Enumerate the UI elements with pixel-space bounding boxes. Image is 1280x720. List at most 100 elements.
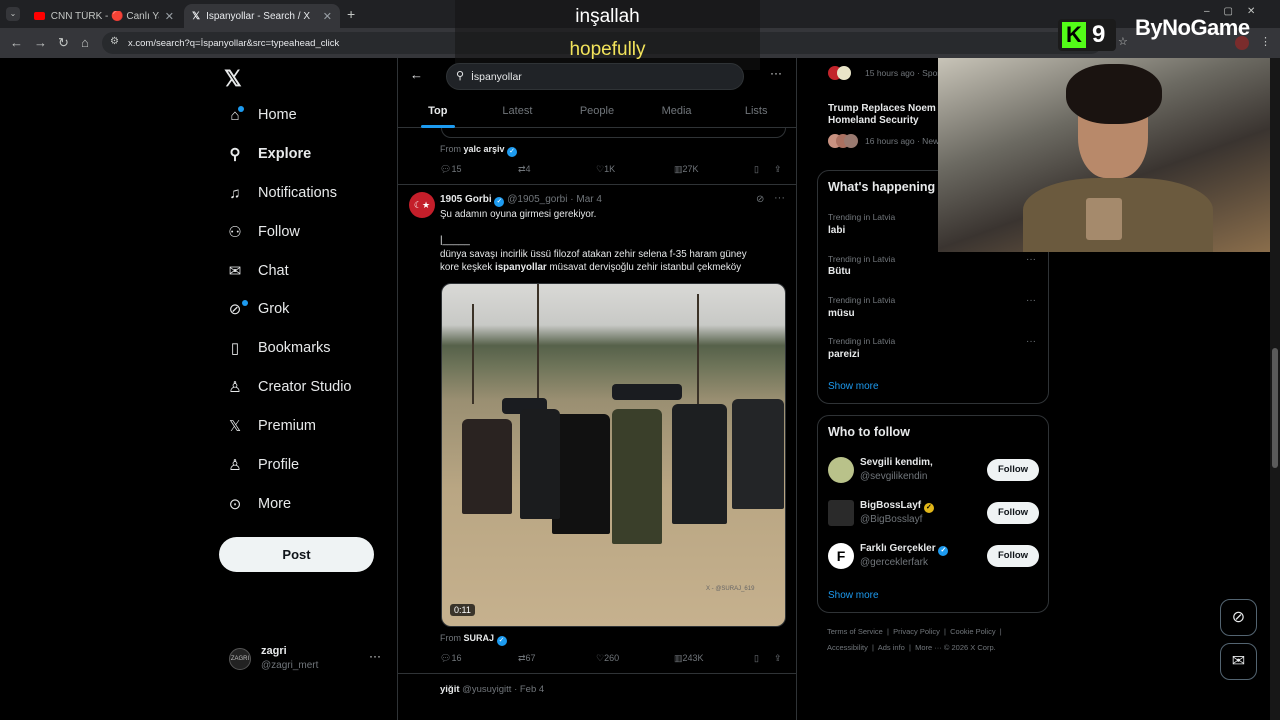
grok-icon[interactable]: ⊘ — [756, 194, 764, 205]
repost-button[interactable]: ⇄ 67 — [518, 653, 536, 664]
scrollbar-thumb[interactable] — [1272, 348, 1278, 468]
glass-cup — [1086, 198, 1122, 240]
more-icon[interactable]: ··· — [1026, 336, 1036, 347]
tab-search-icon[interactable]: ⌄ — [6, 7, 20, 21]
follow-name[interactable]: BigBossLayf ✓ — [860, 500, 934, 513]
video-watermark: X - @SURAJ_619 — [706, 586, 755, 592]
tab-people[interactable]: People — [557, 98, 637, 127]
footer-link[interactable]: More ··· — [915, 643, 942, 652]
follow-button[interactable]: Follow — [987, 545, 1039, 567]
show-more-link[interactable]: Show more — [828, 590, 879, 601]
tab-lists[interactable]: Lists — [716, 98, 796, 127]
show-more-link[interactable]: Show more — [828, 381, 879, 392]
source-name[interactable]: SURAJ — [464, 633, 495, 643]
tab-top[interactable]: Top — [398, 98, 478, 128]
author-name[interactable]: 1905 Gorbi — [440, 194, 492, 205]
news-meta: 16 hours ago · News — [865, 136, 939, 146]
media-preview-edge — [441, 128, 786, 138]
close-icon[interactable]: ✕ — [165, 10, 174, 23]
avatar[interactable]: ☾★ — [409, 192, 435, 218]
more-icon[interactable]: ··· — [774, 192, 785, 204]
trend-meta: Trending in Latvia — [828, 336, 896, 346]
footer-link[interactable]: Terms of Service — [827, 627, 883, 636]
bell-icon: ♫ — [229, 184, 241, 202]
nav-home[interactable]: ⌂ Home — [226, 106, 296, 124]
footer-link[interactable]: Cookie Policy — [950, 627, 995, 636]
reload-icon[interactable]: ↻ — [58, 35, 69, 51]
trend-name[interactable]: müsu — [828, 308, 855, 319]
reply-button[interactable]: 💬︎ 16 — [440, 653, 461, 664]
tweet-date[interactable]: · Mar 4 — [570, 194, 602, 205]
nav-explore[interactable]: ⚲ Explore — [226, 145, 312, 163]
share-icon[interactable]: ⇪ — [774, 653, 782, 664]
forward-arrow-icon[interactable]: → — [34, 35, 47, 50]
follow-name[interactable]: Sevgili kendim, — [860, 457, 933, 468]
post-button[interactable]: Post — [219, 537, 374, 572]
viewer-count: 9 — [1092, 21, 1106, 48]
tweet-video[interactable]: X - @SURAJ_619 0:11 — [441, 283, 786, 627]
nav-notifications[interactable]: ♫ Notifications — [226, 184, 337, 202]
home-icon[interactable]: ⌂ — [81, 35, 89, 50]
nav-more[interactable]: ⊙ More — [226, 495, 291, 513]
like-button[interactable]: ♡ 1K — [596, 164, 615, 175]
bookmark-icon[interactable]: ▯ — [754, 653, 759, 664]
nav-premium[interactable]: 𝕏 Premium — [226, 417, 316, 435]
page-scrollbar[interactable] — [1270, 58, 1280, 720]
author-handle[interactable]: @yusuyigitt — [462, 684, 511, 695]
browser-tab-x[interactable]: 𝕏 İspanyollar - Search / X ✕ — [184, 4, 340, 28]
nav-follow[interactable]: ⚇ Follow — [226, 223, 300, 241]
avatar[interactable] — [828, 500, 854, 526]
avatar[interactable]: F — [828, 543, 854, 569]
search-input[interactable]: ⚲ İspanyollar — [446, 63, 744, 90]
tab-media[interactable]: Media — [637, 98, 717, 127]
nav-creator-studio[interactable]: ♙ Creator Studio — [226, 378, 351, 396]
more-icon[interactable]: ··· — [1026, 295, 1036, 306]
mail-icon: ✉ — [228, 263, 242, 280]
tweet-date[interactable]: · Feb 4 — [514, 684, 544, 695]
footer-link[interactable]: Privacy Policy — [893, 627, 940, 636]
nav-bookmarks[interactable]: ▯ Bookmarks — [226, 339, 331, 357]
more-icon[interactable]: ··· — [1026, 254, 1036, 265]
follow-button[interactable]: Follow — [987, 502, 1039, 524]
footer-link[interactable]: Ads info — [878, 643, 905, 652]
footer-link[interactable]: Accessibility — [827, 643, 868, 652]
views-button[interactable]: ▥ 27K — [674, 164, 699, 175]
add-user-icon: ⚇ — [228, 224, 242, 241]
account-switcher[interactable]: ZAGRI zagri @zagri_mert ··· — [229, 645, 389, 675]
reply-button[interactable]: 💬︎ 15 — [440, 164, 461, 175]
author-name[interactable]: yiğit — [440, 684, 460, 695]
new-tab-icon[interactable]: + — [347, 6, 355, 22]
trend-name[interactable]: pareizi — [828, 349, 860, 360]
trend-meta: Trending in Latvia — [828, 254, 896, 264]
source-name[interactable]: yalc arşiv — [464, 144, 505, 154]
close-icon[interactable]: ✕ — [323, 10, 332, 23]
bookmark-icon[interactable]: ▯ — [754, 164, 759, 175]
nav-label: Chat — [258, 263, 289, 279]
menu-icon[interactable]: ⋮ — [1260, 35, 1271, 48]
star-icon[interactable]: ☆ — [1118, 35, 1128, 48]
back-arrow-icon[interactable]: ← — [10, 35, 23, 50]
share-icon[interactable]: ⇪ — [774, 164, 782, 175]
nav-profile[interactable]: ♙ Profile — [226, 456, 299, 474]
more-icon[interactable]: ··· — [369, 649, 381, 663]
follow-name[interactable]: Farklı Gerçekler ✓ — [860, 543, 949, 556]
back-arrow-icon[interactable]: ← — [410, 67, 423, 82]
author-handle[interactable]: @1905_gorbi — [507, 194, 567, 205]
tab-latest[interactable]: Latest — [478, 98, 558, 127]
follow-button[interactable]: Follow — [987, 459, 1039, 481]
news-headline[interactable]: Trump Replaces Noem w Homeland Security — [828, 103, 938, 126]
nav-grok[interactable]: ⊘ Grok — [226, 300, 290, 318]
avatar[interactable] — [828, 457, 854, 483]
trend-name[interactable]: Bütu — [828, 266, 851, 277]
grok-float-button[interactable]: ⊘ — [1220, 599, 1257, 636]
views-button[interactable]: ▥ 243K — [674, 653, 704, 664]
x-logo-icon[interactable]: 𝕏 — [224, 66, 242, 92]
repost-button[interactable]: ⇄ 4 — [518, 164, 531, 175]
trend-name[interactable]: labi — [828, 225, 845, 236]
messages-float-button[interactable]: ✉ — [1220, 643, 1257, 680]
site-info-icon[interactable]: ⚙ — [110, 36, 119, 47]
nav-chat[interactable]: ✉ Chat — [226, 262, 289, 280]
more-icon[interactable]: ··· — [770, 66, 782, 80]
like-button[interactable]: ♡ 260 — [596, 653, 619, 664]
browser-tab-cnn[interactable]: CNN TÜRK - 🔴 Canlı Yayın ᴴᴰ ✕ — [26, 4, 182, 28]
